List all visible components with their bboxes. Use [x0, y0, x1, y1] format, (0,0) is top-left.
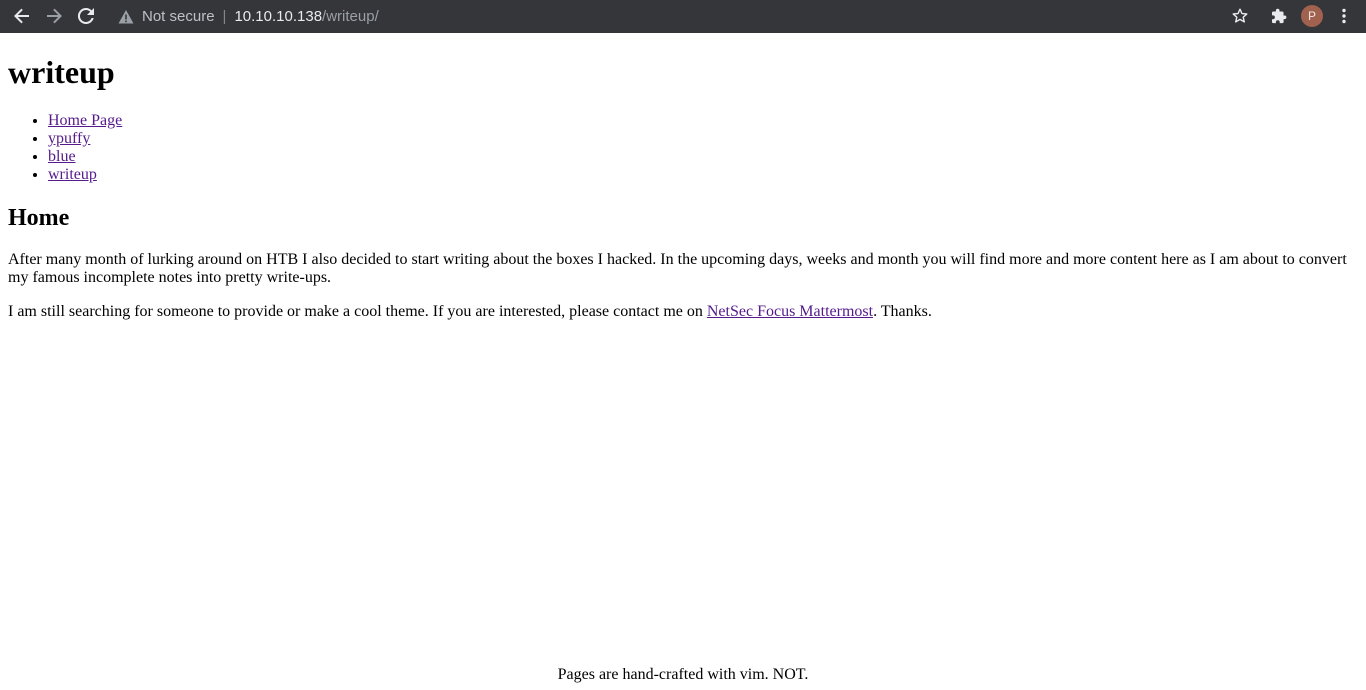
nav-link-home-page[interactable]: Home Page	[48, 112, 122, 129]
nav-item: blue	[48, 148, 122, 166]
nav-item: writeup	[48, 166, 122, 184]
arrow-left-icon	[13, 7, 31, 25]
nav-item: ypuffy	[48, 130, 122, 148]
contact-text-end: . Thanks.	[873, 303, 932, 320]
profile-avatar[interactable]: P	[1301, 5, 1323, 27]
site-nav: Home Page ypuffy blue writeup	[8, 112, 122, 184]
contact-text: I am still searching for someone to prov…	[8, 303, 707, 320]
address-bar[interactable]: Not secure | 10.10.10.138/writeup/	[108, 0, 1208, 33]
reload-icon	[77, 7, 95, 25]
warning-triangle-icon	[118, 9, 134, 25]
reload-button[interactable]	[74, 4, 98, 28]
intro-paragraph: After many month of lurking around on HT…	[8, 251, 1347, 286]
back-button[interactable]	[10, 4, 34, 28]
bookmark-button[interactable]	[1228, 4, 1252, 28]
url-path: /writeup/	[322, 8, 379, 25]
puzzle-icon	[1271, 8, 1287, 24]
nav-link-ypuffy[interactable]: ypuffy	[48, 130, 90, 147]
kebab-menu-icon	[1341, 8, 1347, 24]
browser-toolbar: Not secure | 10.10.10.138/writeup/ P	[0, 0, 1366, 33]
url-separator: |	[222, 8, 227, 25]
forward-button[interactable]	[42, 4, 66, 28]
nav-link-blue[interactable]: blue	[48, 148, 76, 165]
browser-menu-button[interactable]	[1332, 4, 1356, 28]
extensions-button[interactable]	[1267, 4, 1291, 28]
security-label: Not secure	[142, 8, 215, 25]
page-content: writeup Home Page ypuffy blue writeup Ho…	[0, 33, 1366, 690]
contact-paragraph: I am still searching for someone to prov…	[8, 303, 1358, 321]
arrow-right-icon	[45, 7, 63, 25]
mattermost-link[interactable]: NetSec Focus Mattermost	[707, 303, 873, 320]
star-icon	[1232, 8, 1248, 24]
url-host: 10.10.10.138	[234, 8, 323, 25]
page-footer: Pages are hand-crafted with vim. NOT.	[557, 666, 809, 683]
page-title: writeup	[8, 54, 115, 90]
nav-item: Home Page	[48, 112, 122, 130]
nav-link-writeup[interactable]: writeup	[48, 166, 97, 183]
section-title: Home	[8, 205, 70, 231]
